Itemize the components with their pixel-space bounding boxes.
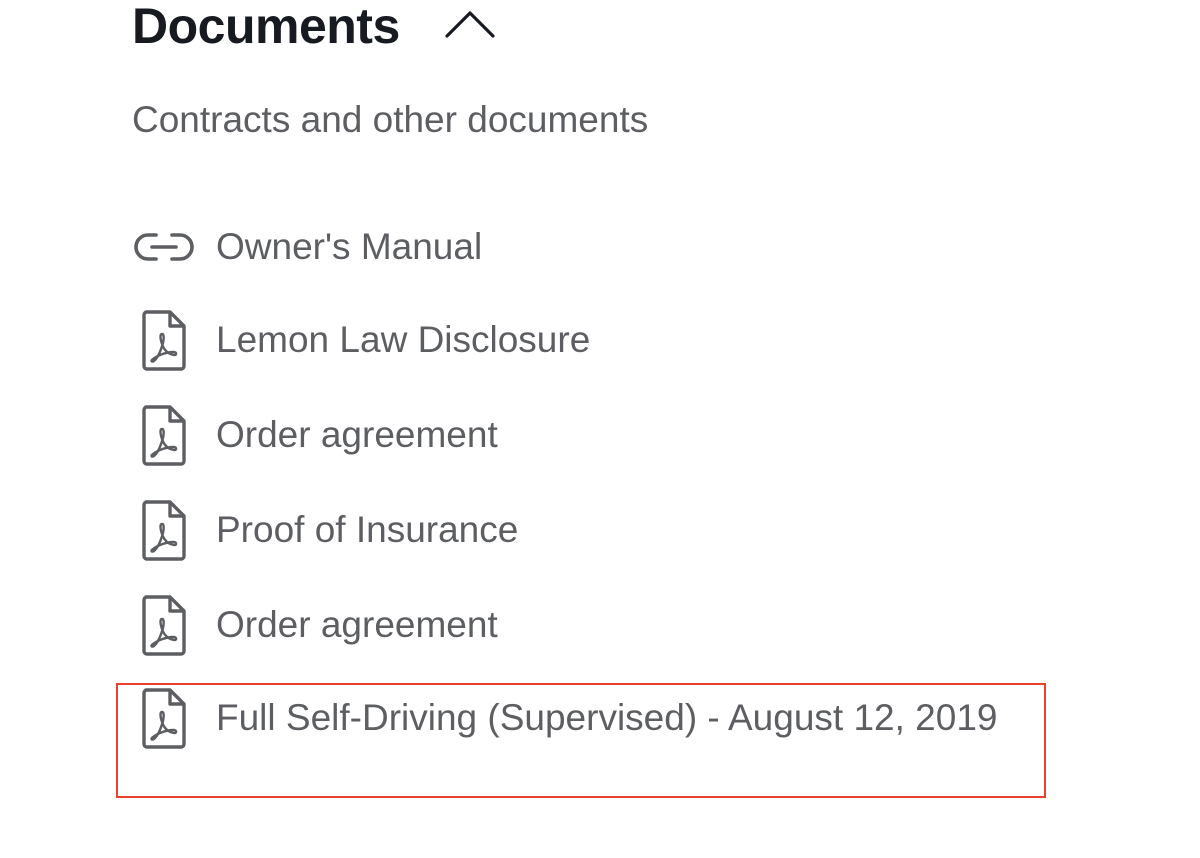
pdf-icon — [132, 403, 196, 467]
document-lemon-law-disclosure[interactable]: Lemon Law Disclosure — [132, 308, 590, 372]
document-label: Proof of Insurance — [216, 509, 519, 550]
pdf-icon — [132, 308, 196, 372]
chevron-up-icon — [445, 11, 495, 38]
pdf-icon — [132, 498, 196, 562]
link-icon — [132, 215, 196, 279]
document-label: Order agreement — [216, 414, 498, 455]
document-order-agreement-2[interactable]: Order agreement — [132, 593, 498, 657]
document-label: Owner's Manual — [216, 226, 483, 267]
document-order-agreement-1[interactable]: Order agreement — [132, 403, 498, 467]
section-title: Documents — [132, 0, 400, 54]
collapse-button[interactable] — [442, 2, 498, 46]
document-link-owners-manual[interactable]: Owner's Manual — [132, 215, 482, 279]
document-proof-of-insurance[interactable]: Proof of Insurance — [132, 498, 518, 562]
document-label: Order agreement — [216, 604, 498, 645]
pdf-icon — [132, 593, 196, 657]
documents-panel: Documents Contracts and other documents … — [0, 0, 1200, 858]
document-label: Lemon Law Disclosure — [216, 319, 591, 360]
documents-header: Documents — [132, 0, 498, 52]
selection-highlight — [116, 683, 1046, 798]
section-subtitle: Contracts and other documents — [132, 99, 649, 140]
